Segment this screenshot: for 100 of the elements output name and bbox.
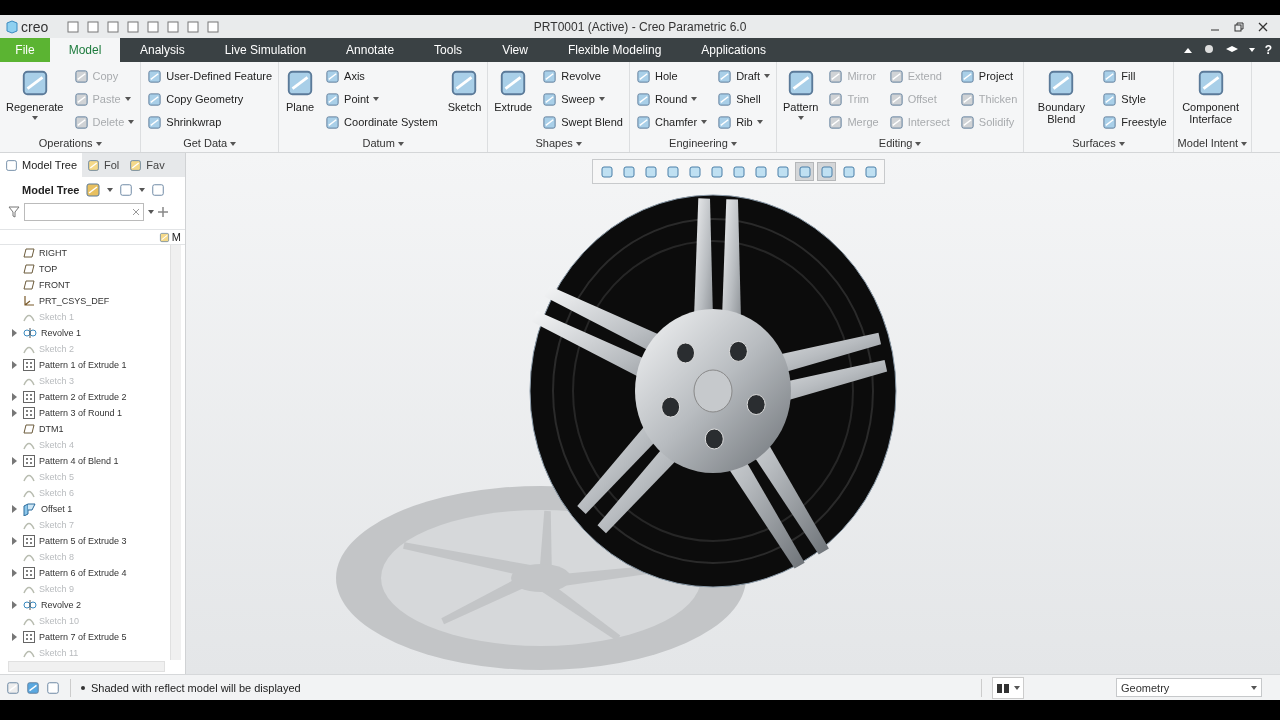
bullet-icon [81, 685, 85, 690]
ribbon-button[interactable]: Hole [633, 66, 710, 86]
close-icon[interactable] [1258, 21, 1268, 32]
caret-icon[interactable] [148, 210, 154, 214]
tree-item[interactable]: Revolve 1 [0, 325, 170, 341]
ribbon-tab[interactable]: Live Simulation [204, 38, 327, 62]
ribbon-button[interactable]: Plane [283, 66, 318, 115]
ribbon-button[interactable]: Shrinkwrap [145, 112, 275, 132]
ribbon-button[interactable]: Boundary Blend [1028, 66, 1095, 127]
group-label[interactable]: Operations [4, 136, 137, 152]
caret-icon [797, 116, 804, 120]
caret-icon [1014, 685, 1020, 690]
ribbon-button[interactable]: Style [1100, 89, 1169, 109]
ribbon-button[interactable]: Regenerate [4, 66, 66, 122]
tree-item[interactable]: PRT_CSYS_DEF [0, 293, 170, 309]
arc-icon [23, 440, 35, 450]
tree-item[interactable]: Pattern 5 of Extrude 3 [0, 533, 170, 549]
caret-icon[interactable] [139, 188, 146, 192]
find-button[interactable] [992, 676, 1024, 699]
tree-item[interactable]: Offset 1 [0, 501, 170, 517]
caret-icon [691, 97, 698, 101]
group-label[interactable]: Get Data [145, 136, 275, 152]
group-label[interactable]: Shapes [492, 136, 625, 152]
tree-item[interactable]: Pattern 1 of Extrude 1 [0, 357, 170, 373]
ribbon-button[interactable]: Coordinate System [323, 112, 440, 132]
help-button[interactable]: ? [1264, 43, 1272, 57]
plane-icon [23, 280, 35, 290]
tree-item[interactable]: Pattern 4 of Blend 1 [0, 453, 170, 469]
ribbon-button[interactable]: Pattern [781, 66, 821, 122]
ribbon-tab[interactable]: Tools [414, 38, 483, 62]
tree-item[interactable]: Pattern 2 of Extrude 2 [0, 389, 170, 405]
collapse-icon[interactable] [1182, 46, 1193, 54]
group-label[interactable]: Editing [781, 136, 1020, 152]
ribbon-button[interactable]: Extrude [492, 66, 535, 115]
tree-item[interactable]: DTM1 [0, 421, 170, 437]
graduation-cap-icon[interactable] [1224, 45, 1239, 55]
tree-item[interactable]: Pattern 6 of Extrude 4 [0, 565, 170, 581]
clear-icon[interactable] [132, 208, 140, 216]
ribbon-tab[interactable]: Annotate [326, 38, 415, 62]
tool-icon [635, 68, 651, 84]
caret-icon [756, 120, 763, 124]
tree-item[interactable]: RIGHT [0, 245, 170, 261]
binoculars-icon [996, 681, 1010, 694]
group-label[interactable]: Engineering [633, 136, 772, 152]
ribbon-button[interactable]: Sweep [540, 89, 625, 109]
scrollbar[interactable] [8, 661, 165, 672]
tool-icon [73, 91, 89, 107]
ribbon-button[interactable]: Revolve [540, 66, 625, 86]
search-icon[interactable] [1202, 44, 1215, 56]
grid-icon [23, 535, 35, 547]
caret-icon[interactable] [107, 188, 114, 192]
tree-item[interactable]: TOP [0, 261, 170, 277]
group-label[interactable]: Surfaces [1028, 136, 1169, 152]
ribbon-tab[interactable]: Analysis [120, 38, 205, 62]
plus-icon[interactable] [158, 207, 168, 217]
tree-item[interactable]: FRONT [0, 277, 170, 293]
tool-icon [147, 68, 163, 84]
grid-icon [23, 391, 35, 403]
ribbon-button[interactable]: Rib [715, 112, 772, 132]
ribbon-tab[interactable]: Applications [681, 38, 787, 62]
filter-select[interactable]: Geometry [1116, 678, 1262, 697]
filter-icon[interactable] [8, 206, 20, 218]
tool-icon [542, 91, 558, 107]
arc-icon [23, 520, 35, 530]
ribbon-button[interactable]: Freestyle [1100, 112, 1169, 132]
ribbon-button[interactable]: Axis [323, 66, 440, 86]
ribbon-button[interactable]: Sketch [445, 66, 484, 115]
grid-icon [23, 359, 35, 371]
ribbon-button[interactable]: Fill [1100, 66, 1169, 86]
arc-icon [23, 488, 35, 498]
ribbon-button[interactable]: Shell [715, 89, 772, 109]
tool-icon [828, 114, 844, 130]
tree-item[interactable]: Pattern 3 of Round 1 [0, 405, 170, 421]
ribbon-button[interactable]: Component Interface [1177, 66, 1244, 127]
panel-tab[interactable]: Model Tree [0, 153, 83, 177]
tree-item[interactable]: Revolve 2 [0, 597, 170, 613]
ribbon-button[interactable]: Swept Blend [540, 112, 625, 132]
tool-icon [717, 68, 733, 84]
ribbon-button[interactable]: Point [323, 89, 440, 109]
window-title: PRT0001 (Active) - Creo Parametric 6.0 [533, 19, 747, 34]
ribbon-button[interactable]: Chamfer [633, 112, 710, 132]
tree-item[interactable]: Pattern 7 of Extrude 5 [0, 629, 170, 645]
ribbon-tab[interactable]: Flexible Modeling [547, 38, 682, 62]
ribbon-button[interactable]: User-Defined Feature [145, 66, 275, 86]
group-label[interactable]: Model Intent [1177, 136, 1248, 152]
ribbon-button[interactable]: Project [957, 66, 1020, 86]
ribbon-button[interactable]: Round [633, 89, 710, 109]
group-label[interactable]: Datum [283, 136, 484, 152]
scrollbar[interactable] [170, 245, 181, 660]
ribbon-tab[interactable]: View [482, 38, 548, 62]
ribbon-tab[interactable]: Model [50, 38, 120, 62]
ribbon-button[interactable]: Draft [715, 66, 772, 86]
arc-icon [23, 584, 35, 594]
restore-icon[interactable] [1234, 21, 1244, 32]
plane-icon [23, 424, 35, 434]
caret-icon [764, 74, 770, 78]
ribbon-button[interactable]: Copy Geometry [145, 89, 275, 109]
arc-icon [23, 472, 35, 482]
column-header[interactable]: M [171, 231, 181, 243]
search-field[interactable] [24, 203, 144, 221]
